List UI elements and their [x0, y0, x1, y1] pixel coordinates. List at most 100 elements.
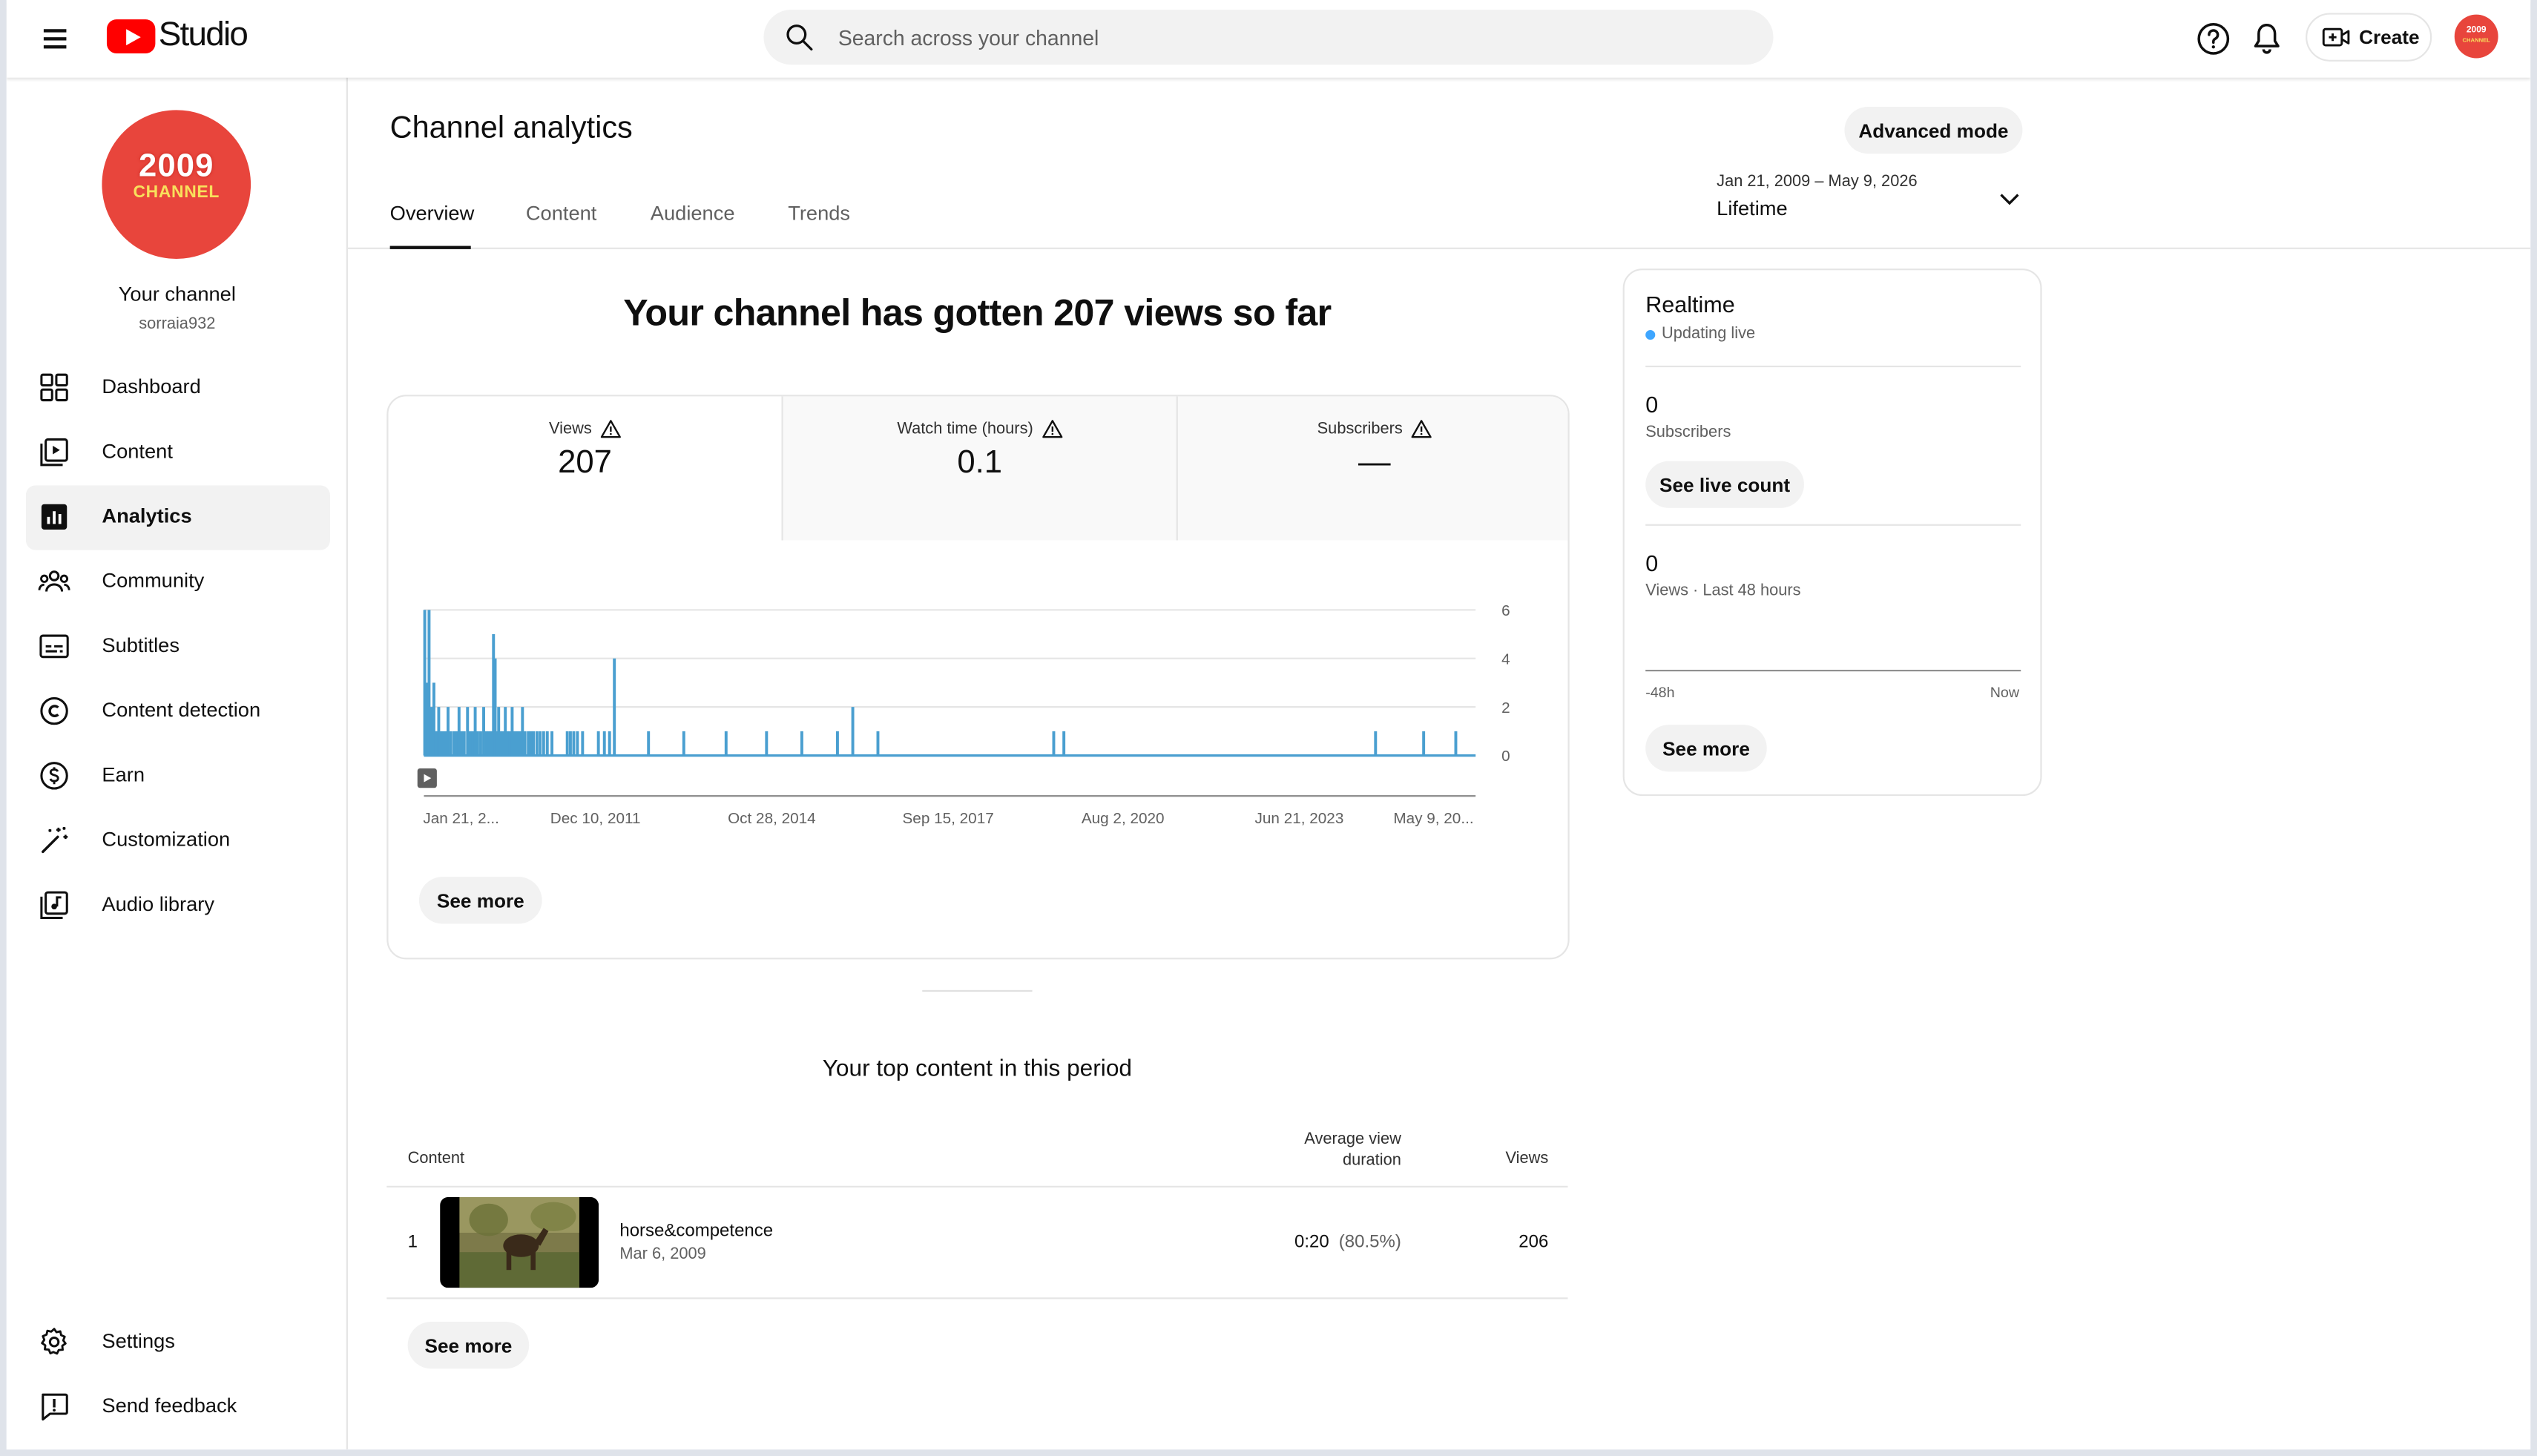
notifications-icon[interactable] — [2248, 19, 2286, 58]
sidebar-item-label: Earn — [102, 763, 145, 787]
table-row[interactable]: 1 horse&competence Mar 6, 2009 0:20 (80.5 — [386, 1185, 1568, 1299]
avg-view-duration-value: 0:20 — [1294, 1233, 1329, 1253]
video-add-icon — [2322, 27, 2350, 47]
top-content-see-more-button[interactable]: See more — [407, 1321, 530, 1369]
app-name: Studio — [158, 16, 249, 53]
youtube-logo-icon — [106, 19, 156, 53]
chart-bar — [545, 731, 549, 756]
column-header-content: Content — [407, 1150, 465, 1168]
metric-tab-watch-time[interactable]: Watch time (hours) 0.1 — [781, 396, 1177, 541]
sidebar-item-label: Analytics — [102, 504, 192, 528]
sidebar-item-audio-library[interactable]: Audio library — [26, 874, 330, 938]
video-published-marker[interactable] — [417, 768, 437, 788]
channel-handle: sorraia932 — [139, 315, 216, 334]
chart-see-more-button[interactable]: See more — [418, 877, 542, 924]
sidebar-item-send-feedback[interactable]: Send feedback — [26, 1375, 330, 1440]
realtime-divider — [1645, 365, 2021, 368]
date-range-dates: Jan 21, 2009 – May 9, 2026 — [1717, 173, 1918, 191]
advanced-mode-button[interactable]: Advanced mode — [1844, 106, 2023, 154]
sidebar-item-customization[interactable]: Customization — [26, 809, 330, 874]
realtime-tick-end: Now — [1990, 684, 2020, 701]
views-chart: 0 2 4 6 Jan 21, 2... Dec 10, 2011 Oct 28, 2014… — [417, 602, 1510, 827]
chart-bar — [581, 731, 585, 756]
chart-bar — [565, 731, 569, 756]
row-rank: 1 — [407, 1233, 418, 1253]
metric-tab-subscribers[interactable]: Subscribers — — [1176, 396, 1568, 541]
realtime-views-label: Views · Last 48 hours — [1645, 582, 1801, 601]
realtime-subscribers-value: 0 — [1645, 391, 1659, 418]
chart-bar — [529, 731, 533, 756]
metric-tab-views[interactable]: Views 207 — [388, 396, 781, 540]
warning-icon — [600, 420, 621, 438]
tab-trends[interactable]: Trends — [788, 202, 850, 249]
sidebar-item-analytics[interactable]: Analytics — [25, 485, 330, 550]
metric-value: — — [1358, 444, 1391, 481]
chart-bars — [423, 610, 1476, 757]
x-tick-label: Jan 21, 2... — [423, 810, 499, 827]
y-tick-label: 2 — [1501, 699, 1510, 717]
video-thumbnail-image — [440, 1197, 599, 1288]
avatar-text-year: 2009 — [2466, 25, 2487, 36]
studio-logo[interactable]: Studio — [106, 16, 249, 55]
chart-bar — [535, 731, 539, 756]
feedback-icon — [42, 1393, 68, 1421]
tab-audience[interactable]: Audience — [651, 202, 735, 249]
page-title: Channel analytics — [389, 111, 633, 146]
chart-bar — [527, 731, 530, 756]
create-button[interactable]: Create — [2306, 13, 2432, 62]
x-tick-label: Dec 10, 2011 — [550, 810, 641, 827]
chart-bar — [508, 731, 511, 756]
chart-bar — [521, 707, 524, 756]
chart-bar — [613, 658, 616, 756]
metric-value: 207 — [558, 444, 612, 481]
chart-bar — [523, 731, 527, 756]
tab-overview[interactable]: Overview — [389, 202, 474, 249]
realtime-see-more-button[interactable]: See more — [1645, 725, 1767, 772]
chart-bar — [568, 731, 572, 756]
chart-bar — [455, 731, 458, 756]
video-title[interactable]: horse&competence — [619, 1222, 773, 1241]
channel-avatar-year: 2009 — [139, 148, 214, 185]
sidebar-item-label: Dashboard — [102, 375, 201, 398]
gear-icon — [41, 1328, 67, 1355]
chart-bar — [542, 731, 545, 756]
sidebar-item-subtitles[interactable]: Subtitles — [26, 615, 330, 679]
realtime-subscribers-label: Subscribers — [1645, 424, 1731, 442]
tab-content[interactable]: Content — [526, 202, 596, 249]
sidebar-item-community[interactable]: Community — [26, 550, 330, 615]
sidebar-item-earn[interactable]: Earn — [26, 744, 330, 808]
sidebar-item-dashboard[interactable]: Dashboard — [26, 356, 330, 421]
dashboard-icon — [40, 373, 68, 402]
metric-label: Watch time (hours) — [897, 420, 1033, 438]
account-avatar[interactable]: 2009 CHANNEL — [2454, 14, 2498, 59]
help-icon[interactable] — [2194, 19, 2233, 58]
chart-gridlines — [424, 609, 1476, 797]
views-headline: Your channel has gotten 207 views so far — [623, 291, 1332, 334]
video-thumbnail[interactable] — [440, 1197, 599, 1288]
sidebar-item-content[interactable]: Content — [26, 421, 330, 485]
realtime-title: Realtime — [1645, 291, 1735, 317]
chart-bar — [608, 731, 611, 756]
realtime-views-value: 0 — [1645, 550, 1659, 576]
search-icon[interactable] — [783, 21, 816, 53]
chart-bar — [505, 731, 509, 756]
search-bar — [763, 10, 1774, 65]
live-dot-icon — [1645, 329, 1656, 339]
top-bar: Studio Create 2009 CHANNEL — [6, 0, 2531, 78]
search-input[interactable] — [838, 10, 1745, 65]
analytics-tabs: Overview Content Audience Trends — [347, 199, 2531, 249]
channel-avatar[interactable]: 2009 CHANNEL — [102, 110, 251, 259]
chart-bar — [471, 731, 475, 756]
sidebar-item-content-detection[interactable]: Content detection — [26, 679, 330, 744]
see-live-count-button[interactable]: See live count — [1645, 461, 1804, 508]
chart-bar — [482, 707, 485, 756]
realtime-tick-start: -48h — [1645, 684, 1675, 701]
menu-icon[interactable] — [36, 19, 74, 58]
analytics-icon — [41, 504, 68, 530]
sidebar-item-label: Settings — [102, 1329, 175, 1353]
realtime-status-text: Updating live — [1662, 325, 1756, 343]
sidebar-item-settings[interactable]: Settings — [26, 1311, 330, 1375]
chart-bar — [647, 731, 651, 756]
chart-bar — [1422, 731, 1426, 756]
metric-value: 0.1 — [957, 444, 1002, 481]
